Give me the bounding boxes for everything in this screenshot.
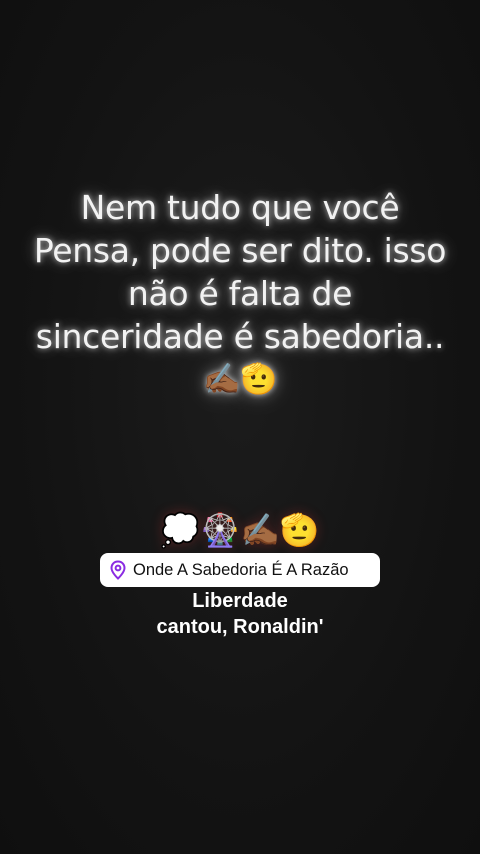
music-artist: cantou, Ronaldin' <box>156 616 324 638</box>
location-sticker[interactable]: Onde A Sabedoria É A Razão <box>100 553 380 587</box>
sticker-emojis: 💭🎡✍🏾🫡 <box>160 511 320 549</box>
location-pin-icon <box>109 560 127 580</box>
quote-line-4: sinceridade é sabedoria.. <box>35 317 445 356</box>
quote-emojis: ✍🏾🫡 <box>202 362 278 397</box>
background <box>0 0 480 854</box>
quote-line-3: não é falta de <box>127 274 353 313</box>
quote-line-1: Nem tudo que você <box>80 188 400 227</box>
location-label: Onde A Sabedoria É A Razão <box>133 560 349 579</box>
quote-line-2: Pensa, pode ser dito. isso <box>33 231 447 270</box>
music-caption: Liberdade cantou, Ronaldin' <box>0 588 480 640</box>
music-title: Liberdade <box>192 590 288 612</box>
quote-text: Nem tudo que você Pensa, pode ser dito. … <box>0 186 480 402</box>
